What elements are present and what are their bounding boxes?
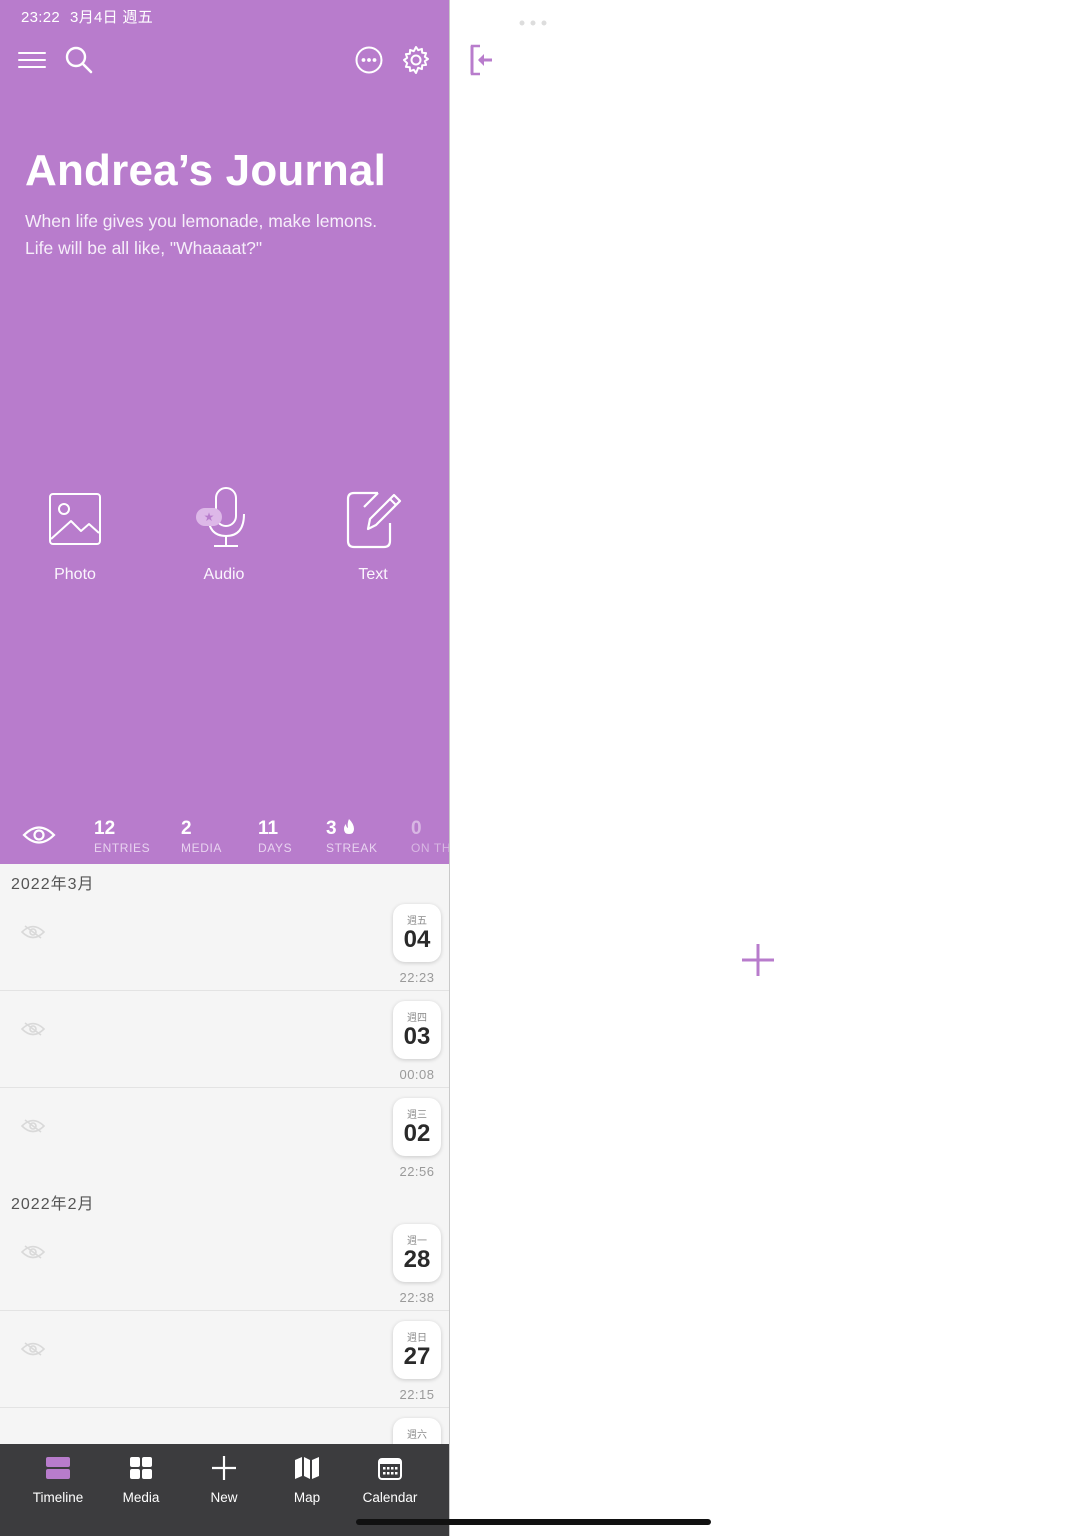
tab-new-label: New [210, 1490, 238, 1505]
day-number: 28 [403, 1246, 431, 1273]
stat-on-this-day-value: 0 [411, 818, 422, 839]
month-header: 2022年3月 [11, 876, 95, 893]
status-bar: 23:22 3月4日 週五 [21, 6, 163, 27]
weekday-label: 週三 [407, 1110, 427, 1121]
hidden-eye-icon [20, 924, 46, 945]
tab-calendar-label: Calendar [362, 1490, 418, 1505]
weekday-label: 週六 [407, 1430, 427, 1441]
stats-bar: 12 ENTRIES 2 MEDIA 11 DAYS 3 STREAK 0 ON… [0, 812, 449, 864]
weekday-label: 週一 [407, 1236, 427, 1247]
compose-icon [313, 486, 433, 552]
timeline-entry[interactable]: 週四 03 00:08 [0, 991, 449, 1088]
stat-days-value: 11 [258, 818, 279, 839]
map-icon [262, 1454, 352, 1482]
subtitle-line-2: Life will be all like, "Whaaaat?" [25, 238, 263, 258]
text-label: Text [358, 566, 388, 583]
add-plus-icon [742, 944, 774, 976]
stat-streak: 3 STREAK [326, 818, 378, 855]
day-number: 27 [403, 1343, 431, 1370]
tab-calendar[interactable]: Calendar [345, 1454, 435, 1505]
weekday-label: 週五 [407, 916, 427, 927]
entry-time: 22:56 [399, 1164, 435, 1179]
tab-map-label: Map [293, 1490, 321, 1505]
tab-media[interactable]: Media [96, 1454, 186, 1505]
svg-text:★: ★ [204, 510, 215, 524]
stat-media-value: 2 [181, 818, 192, 839]
stat-days: 11 DAYS [258, 818, 292, 855]
stat-media-label: MEDIA [181, 841, 223, 855]
hidden-eye-icon [20, 1341, 46, 1362]
settings-gear-icon[interactable] [399, 43, 433, 77]
entry-time: 00:08 [399, 1067, 435, 1082]
hidden-eye-icon [20, 1118, 46, 1139]
tab-media-label: Media [122, 1490, 160, 1505]
entry-time: 22:23 [399, 970, 435, 985]
date-badge: 週日 27 [393, 1321, 441, 1379]
microphone-icon: ★ [164, 486, 284, 552]
plus-icon [179, 1454, 269, 1482]
day-number: 03 [403, 1023, 431, 1050]
multitasking-dots-icon[interactable] [519, 13, 547, 31]
tab-timeline[interactable]: Timeline [13, 1454, 103, 1505]
calendar-icon [345, 1454, 435, 1482]
audio-button[interactable]: ★ Audio [164, 486, 284, 584]
status-time: 23:22 [21, 9, 61, 26]
stat-on-this-day-label: ON TH [411, 841, 449, 855]
timeline-entry[interactable]: 週五 04 22:23 [0, 894, 449, 991]
date-badge: 週四 03 [393, 1001, 441, 1059]
journal-subtitle: When life gives you lemonade, make lemon… [25, 208, 377, 262]
weekday-label: 週日 [407, 1333, 427, 1344]
menu-icon[interactable] [15, 43, 49, 77]
sidebar-panel: 23:22 3月4日 週五 Andrea’s Journal When life … [0, 0, 449, 1536]
stat-entries-value: 12 [94, 818, 116, 839]
visibility-eye-icon[interactable] [22, 824, 56, 851]
audio-label: Audio [203, 566, 245, 583]
weekday-label: 週四 [407, 1013, 427, 1024]
add-entry-button[interactable] [738, 940, 778, 980]
journal-title: Andrea’s Journal [25, 146, 387, 195]
entry-time: 22:15 [399, 1387, 435, 1402]
text-button[interactable]: Text [313, 486, 433, 584]
month-header: 2022年2月 [11, 1196, 95, 1213]
date-badge: 週三 02 [393, 1098, 441, 1156]
date-badge: 週一 28 [393, 1224, 441, 1282]
tab-new[interactable]: New [179, 1454, 269, 1505]
photo-button[interactable]: Photo [15, 486, 135, 584]
stat-media: 2 MEDIA [181, 818, 222, 855]
collapse-sidebar-icon[interactable] [468, 44, 496, 81]
timeline-entry[interactable]: 週一 28 22:38 [0, 1214, 449, 1311]
journal-header: 23:22 3月4日 週五 Andrea’s Journal When life … [0, 0, 449, 864]
timeline-entry[interactable]: 週日 27 22:15 [0, 1311, 449, 1408]
stat-entries-label: ENTRIES [94, 841, 151, 855]
stat-streak-value: 3 [326, 818, 337, 839]
day-number: 02 [403, 1120, 431, 1147]
hidden-eye-icon [20, 1021, 46, 1042]
status-date: 3月4日 週五 [70, 9, 153, 26]
stat-entries: 12 ENTRIES [94, 818, 150, 855]
timeline-entry[interactable]: 週三 02 22:56 [0, 1088, 449, 1185]
photo-icon [15, 486, 135, 552]
date-badge: 週五 04 [393, 904, 441, 962]
day-number: 04 [403, 926, 431, 953]
stat-streak-value-row: 3 [326, 818, 378, 840]
home-indicator [356, 1519, 711, 1525]
stat-on-this-day: 0 ON TH [411, 818, 449, 855]
stat-days-label: DAYS [258, 841, 293, 855]
split-divider[interactable] [449, 0, 450, 1536]
timeline-icon [13, 1454, 103, 1482]
search-icon[interactable] [62, 43, 96, 77]
stat-streak-label: STREAK [326, 841, 378, 855]
subtitle-line-1: When life gives you lemonade, make lemon… [25, 211, 378, 231]
tab-timeline-label: Timeline [32, 1490, 84, 1505]
flame-icon [343, 819, 354, 834]
photo-label: Photo [54, 566, 96, 583]
hidden-eye-icon [20, 1244, 46, 1265]
grid-icon [96, 1454, 186, 1482]
tab-map[interactable]: Map [262, 1454, 352, 1505]
entry-time: 22:38 [399, 1290, 435, 1305]
more-options-icon[interactable] [352, 43, 386, 77]
